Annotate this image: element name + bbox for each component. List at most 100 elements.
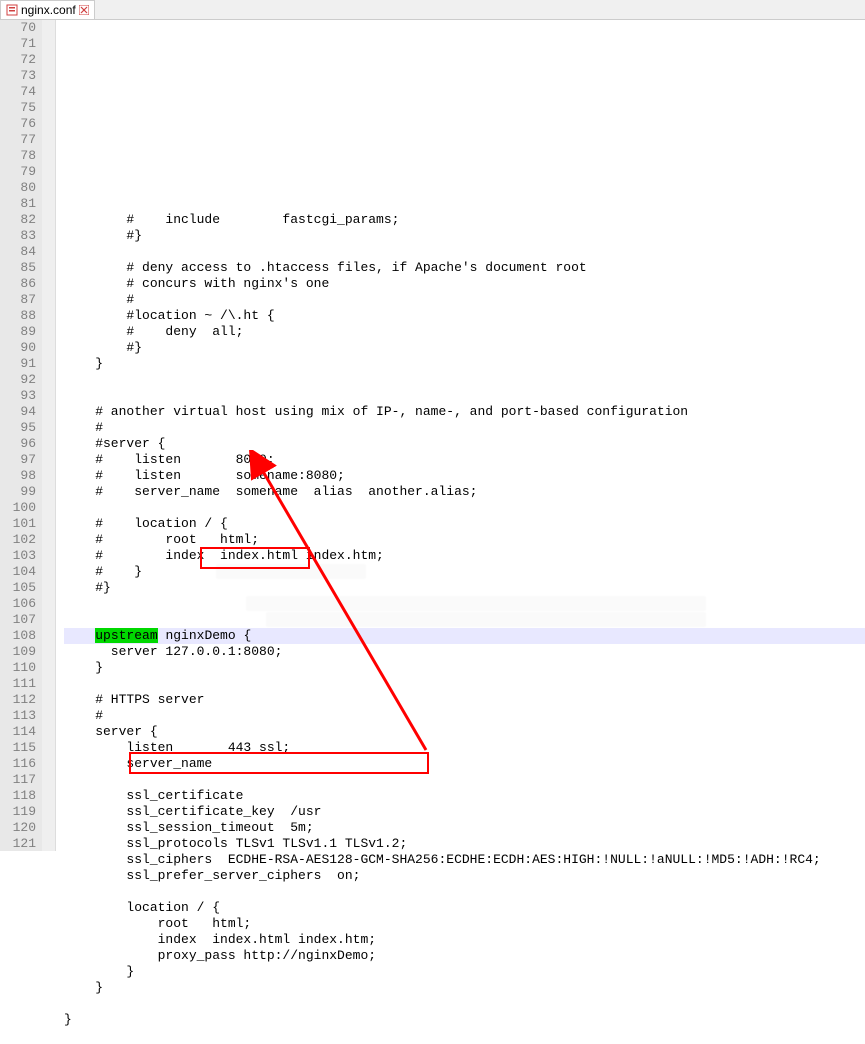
line-number: 84 [0,244,36,260]
code-line[interactable]: # index index.html index.htm; [64,548,865,564]
line-number: 107 [0,612,36,628]
code-line[interactable]: } [64,1012,865,1028]
code-line[interactable]: # } [64,564,865,580]
code-line[interactable]: #} [64,580,865,596]
code-line[interactable]: index index.html index.htm; [64,932,865,948]
code-line[interactable]: location / { [64,900,865,916]
line-number: 104 [0,564,36,580]
line-number: 109 [0,644,36,660]
code-line[interactable]: # [64,708,865,724]
search-match-highlight: upstream [95,628,157,643]
line-number: 80 [0,180,36,196]
code-line[interactable]: # concurs with nginx's one [64,276,865,292]
line-number: 74 [0,84,36,100]
code-area[interactable]: # include fastcgi_params; #} # deny acce… [56,20,865,851]
code-line[interactable]: server { [64,724,865,740]
code-line[interactable]: } [64,660,865,676]
line-number: 88 [0,308,36,324]
code-line[interactable]: # server_name somename alias another.ali… [64,484,865,500]
code-line[interactable]: #server { [64,436,865,452]
code-line[interactable] [64,500,865,516]
line-number: 106 [0,596,36,612]
line-number: 81 [0,196,36,212]
code-line[interactable]: # another virtual host using mix of IP-,… [64,404,865,420]
code-line[interactable] [64,772,865,788]
code-line[interactable]: # listen 8000; [64,452,865,468]
file-icon [5,3,19,17]
blur-server-name [216,564,366,579]
code-line[interactable]: #} [64,340,865,356]
line-number: 115 [0,740,36,756]
code-line[interactable]: server_name [64,756,865,772]
line-number: 118 [0,788,36,804]
line-number: 85 [0,260,36,276]
line-number: 79 [0,164,36,180]
line-number: 114 [0,724,36,740]
line-number: 101 [0,516,36,532]
code-line[interactable]: upstream nginxDemo { [64,628,865,644]
line-number: 121 [0,836,36,852]
code-line[interactable]: } [64,980,865,996]
code-line[interactable]: root html; [64,916,865,932]
line-number: 116 [0,756,36,772]
code-line[interactable]: # location / { [64,516,865,532]
blur-cert [246,596,706,611]
line-number: 71 [0,36,36,52]
code-line[interactable]: #} [64,228,865,244]
fold-column [42,20,56,851]
line-number: 105 [0,580,36,596]
code-line[interactable]: proxy_pass http://nginxDemo; [64,948,865,964]
code-line[interactable]: ssl_prefer_server_ciphers on; [64,868,865,884]
code-line[interactable] [64,388,865,404]
tab-bar: nginx.conf [0,0,865,20]
code-line[interactable]: } [64,964,865,980]
code-line[interactable]: ssl_ciphers ECDHE-RSA-AES128-GCM-SHA256:… [64,852,865,868]
code-line[interactable]: #location ~ /\.ht { [64,308,865,324]
code-line[interactable] [64,372,865,388]
line-number: 90 [0,340,36,356]
code-line[interactable]: # deny access to .htaccess files, if Apa… [64,260,865,276]
code-line[interactable]: ssl_certificate_key /usr [64,804,865,820]
line-number: 99 [0,484,36,500]
code-line[interactable] [64,1028,865,1044]
code-line[interactable]: # HTTPS server [64,692,865,708]
line-number: 75 [0,100,36,116]
line-number: 83 [0,228,36,244]
code-line[interactable] [64,884,865,900]
close-icon[interactable] [78,4,90,16]
line-number: 86 [0,276,36,292]
blur-cert-key [266,612,706,627]
code-line[interactable]: listen 443 ssl; [64,740,865,756]
code-line[interactable]: # root html; [64,532,865,548]
line-number: 108 [0,628,36,644]
line-number: 112 [0,692,36,708]
code-line[interactable]: ssl_session_timeout 5m; [64,820,865,836]
code-line[interactable]: # deny all; [64,324,865,340]
code-line[interactable] [64,996,865,1012]
code-line[interactable]: # [64,420,865,436]
code-line[interactable]: } [64,356,865,372]
code-line[interactable]: ssl_certificate [64,788,865,804]
line-number: 93 [0,388,36,404]
line-number: 76 [0,116,36,132]
line-number: 91 [0,356,36,372]
line-number: 111 [0,676,36,692]
code-line[interactable]: # listen somename:8080; [64,468,865,484]
code-line[interactable]: server 127.0.0.1:8080; [64,644,865,660]
editor: 7071727374757677787980818283848586878889… [0,20,865,851]
line-number: 95 [0,420,36,436]
line-number: 89 [0,324,36,340]
line-number: 102 [0,532,36,548]
line-number: 119 [0,804,36,820]
code-line[interactable] [64,244,865,260]
file-tab[interactable]: nginx.conf [0,0,95,19]
line-number: 87 [0,292,36,308]
code-line[interactable] [64,676,865,692]
line-number: 97 [0,452,36,468]
line-number: 94 [0,404,36,420]
code-line[interactable]: # [64,292,865,308]
line-number: 100 [0,500,36,516]
line-number: 82 [0,212,36,228]
code-line[interactable]: ssl_protocols TLSv1 TLSv1.1 TLSv1.2; [64,836,865,852]
code-line[interactable]: # include fastcgi_params; [64,212,865,228]
